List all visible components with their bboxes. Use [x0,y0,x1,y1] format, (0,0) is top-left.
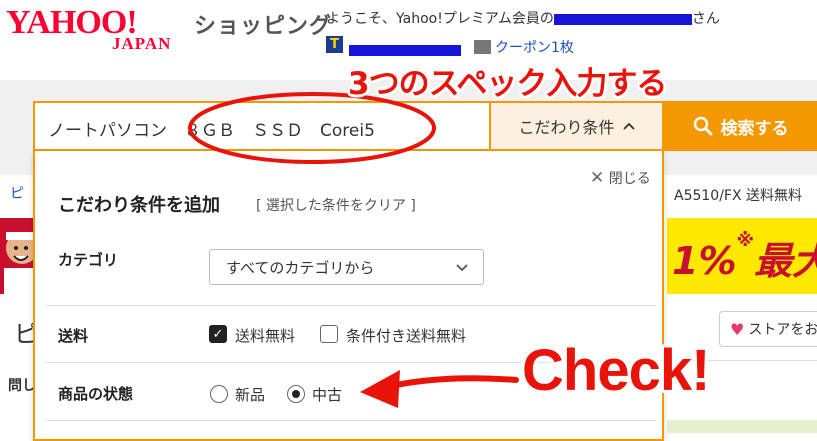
spec-highlight-ellipse [188,92,436,164]
check-arrow [360,370,519,408]
spec-annotation: 3つのスペック入力する [348,66,667,102]
check-annotation: Check! [522,338,710,403]
